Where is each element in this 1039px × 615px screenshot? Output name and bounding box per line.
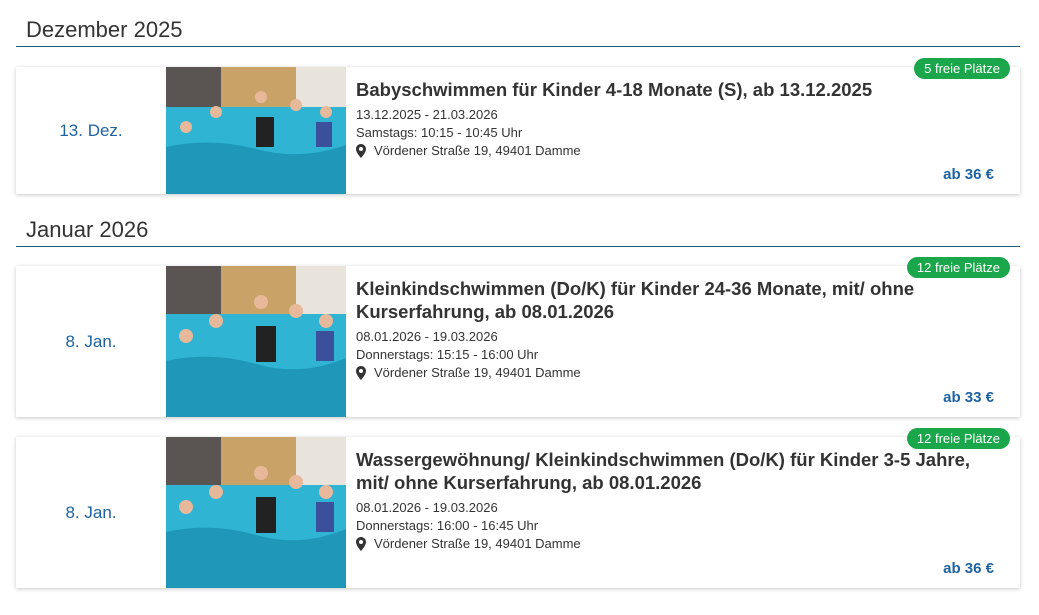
location-text: Vördener Straße 19, 49401 Damme [374, 536, 581, 551]
course-schedule: Samstags: 10:15 - 10:45 Uhr [356, 125, 523, 140]
course-card[interactable]: 13. Dez. Babyschwimmen für Kinder 4-18 M… [16, 58, 1020, 194]
course-info: Wassergewöhnung/ Kleinkindschwimmen (Do/… [356, 448, 1000, 553]
course-title[interactable]: Wassergewöhnung/ Kleinkindschwimmen (Do/… [356, 448, 1000, 494]
course-period: 13.12.2025 - 21.03.2026 [356, 107, 498, 122]
course-price: ab 36 € [943, 560, 994, 577]
course-title[interactable]: Kleinkindschwimmen (Do/K) für Kinder 24-… [356, 277, 1000, 323]
course-image[interactable] [166, 266, 346, 417]
course-period: 08.01.2026 - 19.03.2026 [356, 500, 498, 515]
course-image[interactable] [166, 437, 346, 588]
location-text: Vördener Straße 19, 49401 Damme [374, 143, 581, 158]
course-date: 8. Jan. [65, 331, 117, 351]
course-location: Vördener Straße 19, 49401 Damme [356, 364, 1000, 382]
month-title: Januar 2026 [26, 217, 149, 242]
course-location: Vördener Straße 19, 49401 Damme [356, 535, 1000, 553]
course-period: 08.01.2026 - 19.03.2026 [356, 329, 498, 344]
course-price: ab 36 € [943, 166, 994, 183]
course-price: ab 33 € [943, 389, 994, 406]
course-info: Kleinkindschwimmen (Do/K) für Kinder 24-… [356, 277, 1000, 382]
month-heading-januar: Januar 2026 [16, 217, 1020, 247]
free-spots-badge: 12 freie Plätze [906, 428, 1010, 449]
free-spots-badge: 5 freie Plätze [914, 58, 1010, 79]
course-title[interactable]: Babyschwimmen für Kinder 4-18 Monate (S)… [356, 78, 1000, 101]
course-image[interactable] [166, 67, 346, 194]
course-schedule: Donnerstags: 16:00 - 16:45 Uhr [356, 518, 539, 533]
course-date: 13. Dez. [59, 120, 123, 140]
course-info: Babyschwimmen für Kinder 4-18 Monate (S)… [356, 78, 1000, 160]
course-schedule: Donnerstags: 15:15 - 16:00 Uhr [356, 347, 539, 362]
map-marker-icon [356, 537, 366, 551]
month-title: Dezember 2025 [26, 17, 183, 42]
course-card[interactable]: 8. Jan. Wassergewöhnung/ Kleinkindschwim… [16, 428, 1020, 588]
location-text: Vördener Straße 19, 49401 Damme [374, 365, 581, 380]
map-marker-icon [356, 144, 366, 158]
course-location: Vördener Straße 19, 49401 Damme [356, 142, 1000, 160]
month-heading-dezember: Dezember 2025 [16, 17, 1020, 47]
map-marker-icon [356, 366, 366, 380]
course-card[interactable]: 8. Jan. Kleinkindschwimmen (Do/K) für Ki… [16, 257, 1020, 417]
free-spots-badge: 12 freie Plätze [906, 257, 1010, 278]
course-date: 8. Jan. [65, 502, 117, 522]
